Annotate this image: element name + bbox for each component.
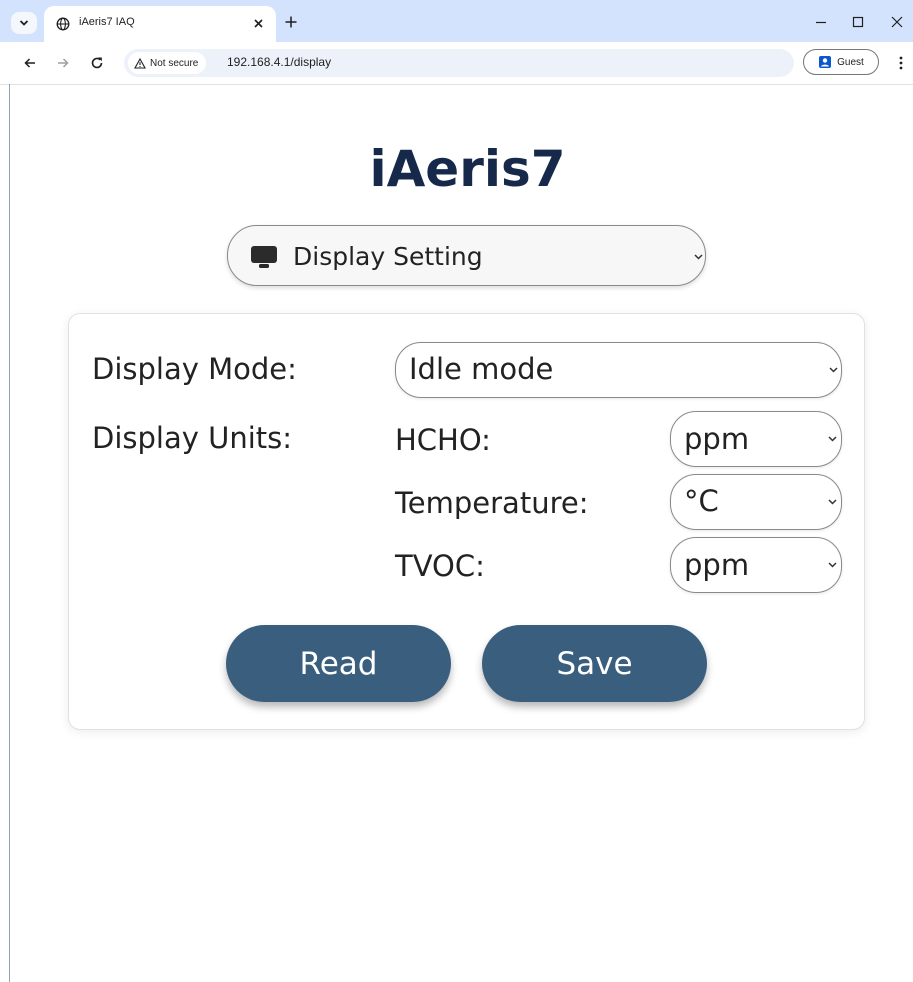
- hcho-label: HCHO:: [395, 423, 491, 457]
- address-bar[interactable]: Not secure 192.168.4.1/display: [124, 49, 794, 77]
- globe-icon: [56, 17, 70, 31]
- monitor-icon: [251, 246, 277, 268]
- security-label: Not secure: [150, 57, 199, 69]
- display-mode-select[interactable]: Idle mode: [395, 342, 842, 398]
- minimize-icon[interactable]: [814, 15, 828, 29]
- chevron-down-icon: [694, 254, 703, 260]
- tvoc-unit-value: ppm: [684, 548, 750, 582]
- chevron-down-icon: [828, 562, 837, 568]
- save-button[interactable]: Save: [482, 625, 707, 702]
- browser-tab-strip: iAeris7 IAQ: [0, 0, 913, 42]
- tvoc-unit-select[interactable]: ppm: [670, 537, 842, 593]
- tvoc-label: TVOC:: [395, 549, 485, 583]
- browser-toolbar: Not secure 192.168.4.1/display Guest: [0, 42, 913, 85]
- back-arrow-icon[interactable]: [22, 55, 38, 71]
- tab-title: iAeris7 IAQ: [79, 16, 135, 28]
- profile-label: Guest: [837, 56, 864, 68]
- more-options-icon[interactable]: [896, 55, 906, 71]
- chevron-down-icon: [19, 20, 29, 26]
- maximize-icon[interactable]: [851, 15, 865, 29]
- chevron-down-icon: [828, 436, 837, 442]
- temperature-unit-select[interactable]: °C: [670, 474, 842, 530]
- profile-button[interactable]: Guest: [803, 49, 879, 75]
- tab-search-button[interactable]: [11, 12, 37, 34]
- site-info-button[interactable]: Not secure: [128, 52, 207, 74]
- warning-icon: [134, 57, 146, 69]
- hcho-unit-select[interactable]: ppm: [670, 411, 842, 467]
- chevron-down-icon: [828, 499, 837, 505]
- hcho-unit-value: ppm: [684, 422, 750, 456]
- close-tab-icon[interactable]: [252, 17, 265, 30]
- close-window-icon[interactable]: [890, 15, 904, 29]
- temperature-label: Temperature:: [395, 486, 589, 520]
- url-text[interactable]: 192.168.4.1/display: [227, 55, 331, 69]
- new-tab-icon[interactable]: [282, 13, 300, 31]
- chevron-down-icon: [829, 367, 838, 373]
- read-button[interactable]: Read: [226, 625, 451, 702]
- forward-arrow-icon[interactable]: [55, 55, 71, 71]
- display-mode-label: Display Mode:: [92, 352, 297, 386]
- profile-icon: [819, 56, 832, 68]
- reload-icon[interactable]: [89, 55, 105, 71]
- browser-tab[interactable]: iAeris7 IAQ: [44, 6, 276, 42]
- window-edge: [9, 84, 10, 982]
- display-mode-value: Idle mode: [409, 352, 554, 386]
- display-units-label: Display Units:: [92, 421, 293, 455]
- temperature-unit-value: °C: [684, 484, 719, 518]
- page-select[interactable]: Display Setting: [227, 225, 706, 286]
- page-select-value: Display Setting: [293, 242, 483, 271]
- page-title: iAeris7: [369, 140, 566, 198]
